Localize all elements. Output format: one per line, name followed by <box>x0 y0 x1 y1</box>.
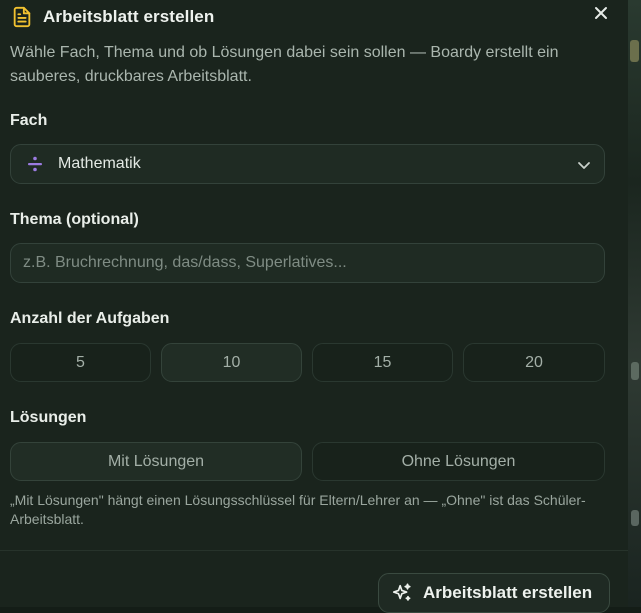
close-button[interactable] <box>590 2 612 24</box>
footer-divider <box>0 550 628 551</box>
backdrop-highlight <box>631 510 639 526</box>
subject-label: Fach <box>10 112 48 129</box>
task-count-option-10[interactable]: 10 <box>161 343 302 382</box>
dialog-header: Arbeitsblatt erstellen <box>11 5 214 29</box>
solutions-hint: „Mit Lösungen" hängt einen Lösungsschlüs… <box>10 492 586 527</box>
task-count-option-15[interactable]: 15 <box>312 343 453 382</box>
sparkle-icon <box>392 583 411 601</box>
close-icon <box>595 7 607 19</box>
without-solutions-option[interactable]: Ohne Lösungen <box>312 442 605 481</box>
subject-select-value: Mathematik <box>58 155 141 172</box>
create-worksheet-label: Arbeitsblatt erstellen <box>423 583 593 602</box>
solutions-label: Lösungen <box>10 409 87 426</box>
backdrop-highlight <box>630 40 639 62</box>
task-count-option-5[interactable]: 5 <box>10 343 151 382</box>
worksheet-dialog: Arbeitsblatt erstellen Wähle Fach, Thema… <box>0 0 628 613</box>
chevron-down-icon <box>578 162 590 169</box>
task-count-option-20[interactable]: 20 <box>463 343 605 382</box>
topic-input[interactable] <box>10 243 605 283</box>
task-count-label: Anzahl der Aufgaben <box>10 310 170 327</box>
backdrop-highlight <box>631 362 639 380</box>
dialog-description: Wähle Fach, Thema und ob Lösungen dabei … <box>10 44 559 85</box>
create-worksheet-button[interactable]: Arbeitsblatt erstellen <box>378 573 610 613</box>
topic-label: Thema (optional) <box>10 211 139 228</box>
backdrop <box>628 0 641 607</box>
subject-select[interactable]: Mathematik <box>10 144 605 184</box>
dialog-title: Arbeitsblatt erstellen <box>43 7 215 26</box>
with-solutions-option[interactable]: Mit Lösungen <box>10 442 302 481</box>
division-icon <box>28 156 42 172</box>
document-icon <box>13 6 31 28</box>
